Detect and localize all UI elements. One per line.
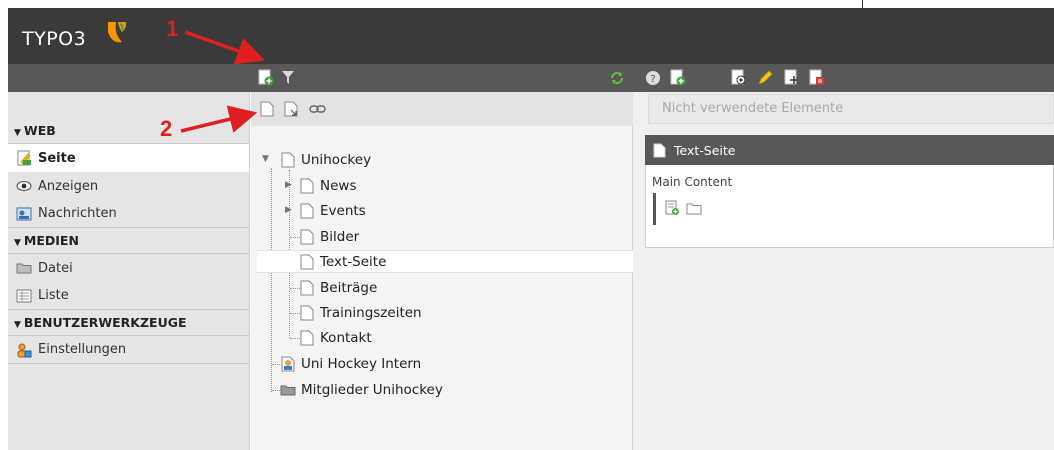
tree-node[interactable]: Trainingszeiten [299, 303, 422, 323]
section-title: MEDIEN [23, 233, 79, 248]
page-tree-subtoolbar [251, 92, 633, 126]
svg-text:?: ? [650, 74, 655, 85]
module-item-label: Nachrichten [38, 206, 117, 221]
tree-line [272, 364, 280, 365]
tree-node[interactable]: News [299, 176, 356, 196]
page-icon [653, 143, 666, 157]
module-item-datei[interactable]: Datei [8, 254, 249, 282]
page-icon [300, 330, 314, 346]
tree-node-selected[interactable]: Text-Seite [257, 250, 633, 273]
tree-node[interactable]: Kontakt [299, 328, 372, 348]
collapse-arrow-icon: ▼ [14, 128, 21, 138]
tree-node-label: Kontakt [320, 330, 372, 346]
new-page-icon[interactable] [669, 69, 686, 86]
collapse-arrow-icon[interactable]: ▼ [262, 154, 269, 164]
folder-icon [16, 263, 32, 274]
expand-arrow-icon[interactable]: ▶ [285, 180, 292, 190]
page-icon [300, 305, 314, 321]
section-web[interactable]: ▼ WEB [8, 118, 249, 144]
move-page-icon[interactable] [783, 69, 800, 86]
help-icon[interactable]: ? [645, 70, 661, 86]
edge-marker [862, 0, 863, 9]
module-item-einstellungen[interactable]: Einstellungen [8, 336, 249, 364]
tree-node-label: Beiträge [320, 280, 378, 296]
shortcut-page-icon[interactable] [284, 101, 300, 117]
page-history-icon[interactable] [808, 69, 825, 86]
refresh-icon[interactable] [609, 70, 625, 86]
page-module-icon [17, 150, 31, 166]
tree-line [272, 390, 280, 391]
top-bar [8, 8, 1054, 64]
section-title: BENUTZERWERKZEUGE [23, 315, 187, 330]
filter-icon[interactable] [281, 70, 295, 85]
module-menu: ▼ WEB Seite Anzeigen Nachrichten ▼ MEDIEN … [8, 92, 250, 450]
list-icon [16, 289, 32, 302]
user-page-icon [281, 356, 295, 372]
page-icon [300, 203, 314, 219]
tree-node-label: Text-Seite [320, 253, 387, 270]
link-icon[interactable] [309, 104, 327, 114]
tree-node-label: Events [320, 203, 366, 219]
column-bar [653, 193, 656, 225]
page-icon [300, 280, 314, 296]
tree-node[interactable]: Bilder [299, 227, 359, 247]
content-panel-header: Text-Seite [645, 135, 1054, 165]
tree-node-label: News [320, 178, 357, 194]
section-medien[interactable]: ▼ MEDIEN [8, 228, 249, 254]
column-label: Main Content [652, 175, 733, 189]
folder-icon [280, 385, 296, 396]
annotation-number: 2 [160, 116, 173, 141]
section-benutzerwerkzeuge[interactable]: ▼ BENUTZERWERKZEUGE [8, 310, 249, 336]
content-toolbar: ? [633, 64, 1054, 92]
module-item-seite[interactable]: Seite [8, 144, 249, 172]
view-page-icon[interactable] [730, 69, 747, 86]
annotation-number: 1 [166, 16, 179, 41]
tree-node-folder[interactable]: Mitglieder Unihockey [280, 380, 443, 400]
new-page-icon[interactable] [257, 69, 274, 86]
module-item-nachrichten[interactable]: Nachrichten [8, 200, 249, 228]
panel-title: Text-Seite [674, 142, 736, 158]
section-title: WEB [23, 123, 56, 138]
folder-icon[interactable] [686, 202, 702, 215]
module-menu-header [8, 64, 251, 92]
typo3-logo-icon [108, 22, 127, 43]
view-eye-icon [16, 181, 32, 191]
page-icon [300, 178, 314, 194]
tree-line [271, 168, 272, 392]
module-item-label: Anzeigen [38, 178, 99, 194]
tree-node-label: Unihockey [301, 152, 372, 168]
tree-node-intern[interactable]: Uni Hockey Intern [280, 354, 421, 374]
expand-arrow-icon[interactable]: ▶ [285, 205, 292, 215]
typo3-logo-text: TYPO3 [22, 28, 87, 50]
page-icon [300, 229, 314, 245]
unused-elements-bar: Nicht verwendete Elemente [648, 94, 1054, 124]
tree-node-root[interactable]: Unihockey [280, 150, 371, 170]
page-tree-toolbar [251, 64, 633, 92]
tree-node-label: Mitglieder Unihockey [301, 382, 443, 398]
page-icon [300, 254, 314, 269]
module-item-anzeigen[interactable]: Anzeigen [8, 172, 249, 200]
news-icon [16, 207, 32, 220]
edit-pencil-icon[interactable] [757, 69, 774, 86]
module-item-label: Liste [38, 288, 69, 303]
page-icon [281, 152, 295, 168]
tree-node-label: Trainingszeiten [320, 305, 422, 321]
blank-page-icon[interactable] [260, 101, 274, 117]
tree-node[interactable]: Beiträge [299, 278, 377, 298]
new-content-icon[interactable] [665, 200, 680, 216]
tree-node-label: Uni Hockey Intern [301, 356, 422, 372]
tree-node[interactable]: Events [299, 201, 366, 221]
collapse-arrow-icon: ▼ [14, 238, 21, 248]
module-item-label: Datei [38, 260, 73, 276]
collapse-arrow-icon: ▼ [14, 320, 21, 330]
module-item-liste[interactable]: Liste [8, 282, 249, 310]
tree-node-label: Bilder [320, 229, 360, 245]
module-item-label: Seite [38, 150, 76, 166]
module-item-label: Einstellungen [38, 342, 127, 357]
user-settings-icon [17, 343, 32, 357]
